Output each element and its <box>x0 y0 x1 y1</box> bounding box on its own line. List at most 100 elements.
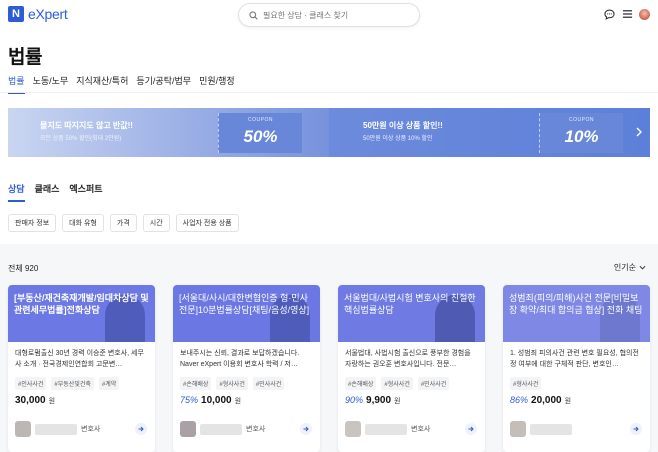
promo-subtitle: 50만원 이상 상품 10% 할인 <box>363 136 433 142</box>
total-count: 전체 920 <box>8 264 39 273</box>
filter-business-only[interactable]: 사업자 전용 상품 <box>175 214 239 232</box>
top-header: N eXpert <box>0 0 658 32</box>
logo[interactable]: N eXpert <box>8 6 68 22</box>
tab-ip-patent[interactable]: 지식재산/특허 <box>76 74 128 94</box>
promo-banner[interactable]: 몰지도 따지지도 않고 반값!! 모든 상품 50% 할인(최대 2만원) CO… <box>8 108 650 157</box>
product-card[interactable]: [부동산/재건축재개발/임대차상담 및 관련세무법률]전화상담 대형로펌출신 3… <box>8 285 155 452</box>
expert-info: 변호사 <box>15 419 149 439</box>
card-tags: #손해배상 #형사사건 #민사사건 <box>180 377 285 390</box>
price-unit: 원 <box>564 398 572 405</box>
tag[interactable]: #형사사건 <box>510 377 542 390</box>
coupon-value: 50% <box>243 127 278 146</box>
expert-name-blurred <box>365 423 407 435</box>
card-title: 성범죄(피의/피해)사건 전문[비밀보장 확약/최대 합의금 협상] 전화 채팅 <box>509 293 643 315</box>
filter-time[interactable]: 시간 <box>142 214 170 232</box>
expert-info <box>510 419 644 439</box>
product-list: [부동산/재건축재개발/임대차상담 및 관련세무법률]전화상담 대형로펌출신 3… <box>8 285 650 452</box>
tab-registry[interactable]: 등기/공탁/법무 <box>136 74 191 94</box>
arrow-right-icon[interactable] <box>300 423 312 435</box>
coupon-label: COUPON <box>248 117 273 123</box>
sub-tabs: 상담 클래스 엑스퍼트 <box>8 182 103 202</box>
page-title: 법률 <box>8 47 42 68</box>
card-tags: #형사사건 <box>510 377 542 390</box>
expert-name-blurred <box>35 423 77 435</box>
expert-role: 변호사 <box>81 426 101 433</box>
discount-rate: 86% <box>510 395 529 405</box>
card-title: 서울법대/사법시험 변호사의 친절한 핵심법률상담 <box>344 293 476 315</box>
card-description: 보내주시는 신뢰, 결과로 보답하겠습니다. Naver eXpert 이용회 … <box>180 350 300 368</box>
tag[interactable]: #형사사건 <box>381 377 413 390</box>
arrow-right-icon[interactable] <box>465 423 477 435</box>
coupon: COUPON 10% <box>539 113 623 153</box>
expert-info: 변호사 <box>345 419 479 439</box>
arrow-right-icon[interactable] <box>135 423 147 435</box>
sort-dropdown[interactable]: 인기순 <box>614 262 646 273</box>
card-thumbnail: 성범죄(피의/피해)사건 전문[비밀보장 확약/최대 합의금 협상] 전화 채팅 <box>503 285 650 342</box>
promo-half-left: 몰지도 따지지도 않고 반값!! 모든 상품 50% 할인(최대 2만원) CO… <box>8 108 329 157</box>
logo-text: eXpert <box>28 6 68 22</box>
card-thumbnail: [부동산/재건축재개발/임대차상담 및 관련세무법률]전화상담 <box>8 285 155 342</box>
category-tabs: 법률 노동/노무 지식재산/특허 등기/공탁/법무 민원/행정 <box>8 74 235 94</box>
card-title: [부동산/재건축재개발/임대차상담 및 관련세무법률]전화상담 <box>14 293 149 315</box>
filter-price[interactable]: 가격 <box>109 214 137 232</box>
expert-role: 변호사 <box>246 426 266 433</box>
tag[interactable]: #계약 <box>98 377 120 390</box>
avatar <box>510 421 526 437</box>
card-price: 86% 20,000 원 <box>510 395 571 406</box>
promo-title: 50만원 이상 상품 할인!! <box>363 121 443 130</box>
card-price: 75% 10,000 원 <box>180 395 241 406</box>
tag[interactable]: #손해배상 <box>345 377 377 390</box>
menu-icon[interactable] <box>621 8 633 20</box>
coupon-value: 10% <box>564 127 599 146</box>
filter-seller-info[interactable]: 판매자 정보 <box>8 214 57 232</box>
price-value: 20,000 <box>531 395 562 406</box>
search-icon <box>249 10 258 20</box>
expert-name-blurred <box>530 423 572 435</box>
card-description: 1. 성범죄 피의사건 관련 변호 필요성, 협의전정 여부에 대한 구체적 판… <box>510 350 639 368</box>
user-avatar[interactable] <box>639 8 650 20</box>
chat-icon[interactable] <box>603 8 615 20</box>
arrow-right-icon[interactable] <box>630 423 642 435</box>
price-unit: 원 <box>48 398 56 405</box>
price-unit: 원 <box>234 398 242 405</box>
tag[interactable]: #형사사건 <box>216 377 248 390</box>
card-title: [서울대/사시/대한변협인증 형·민사전문]10분법률상담[채팅/음성/영상] <box>179 293 310 315</box>
tab-consult[interactable]: 상담 <box>8 182 25 202</box>
price-value: 9,900 <box>366 395 392 406</box>
search-bar[interactable] <box>238 3 420 27</box>
avatar <box>15 421 31 437</box>
tag[interactable]: #부동산및건축 <box>51 377 94 390</box>
card-thumbnail: 서울법대/사법시험 변호사의 친절한 핵심법률상담 <box>338 285 485 342</box>
tab-civil-admin[interactable]: 민원/행정 <box>199 74 235 94</box>
product-card[interactable]: 성범죄(피의/피해)사건 전문[비밀보장 확약/최대 합의금 협상] 전화 채팅… <box>503 285 650 452</box>
coupon: COUPON 50% <box>218 113 302 153</box>
tag[interactable]: #민사사건 <box>252 377 285 390</box>
tag[interactable]: #민사사건 <box>417 377 450 390</box>
tab-labor[interactable]: 노동/노무 <box>33 74 69 94</box>
chevron-down-icon <box>639 265 646 270</box>
filter-chat-type[interactable]: 대화 유형 <box>62 214 104 232</box>
card-tags: #인사사건 #부동산및건축 #계약 <box>15 377 120 390</box>
tag[interactable]: #인사사건 <box>15 377 47 390</box>
card-description: 대형로펌출신 30년 경력 이승준 변호사, 세무사 소개 · 전국경제인연합회… <box>15 350 144 368</box>
card-price: 30,000 원 <box>15 395 55 406</box>
price-value: 30,000 <box>15 395 46 406</box>
discount-rate: 90% <box>345 395 364 405</box>
tab-expert[interactable]: 엑스퍼트 <box>69 182 102 202</box>
tab-law[interactable]: 법률 <box>8 74 25 94</box>
promo-subtitle: 모든 상품 50% 할인(최대 2만원) <box>40 136 122 142</box>
promo-title: 몰지도 따지지도 않고 반값!! <box>40 121 133 130</box>
filter-bar: 판매자 정보 대화 유형 가격 시간 사업자 전용 상품 <box>8 214 239 232</box>
chevron-right-icon[interactable] <box>634 125 644 139</box>
expert-role: 변호사 <box>411 426 431 433</box>
card-price: 90% 9,900 원 <box>345 395 401 406</box>
discount-rate: 75% <box>180 395 199 405</box>
tag[interactable]: #손해배상 <box>180 377 212 390</box>
avatar <box>180 421 196 437</box>
tab-class[interactable]: 클래스 <box>35 182 60 202</box>
sort-label: 인기순 <box>613 263 636 272</box>
expert-name-blurred <box>200 423 242 435</box>
search-input[interactable] <box>263 10 403 20</box>
product-card[interactable]: [서울대/사시/대한변협인증 형·민사전문]10분법률상담[채팅/음성/영상] … <box>173 285 320 452</box>
product-card[interactable]: 서울법대/사법시험 변호사의 친절한 핵심법률상담 서울법대, 사법시험 출신으… <box>338 285 485 452</box>
